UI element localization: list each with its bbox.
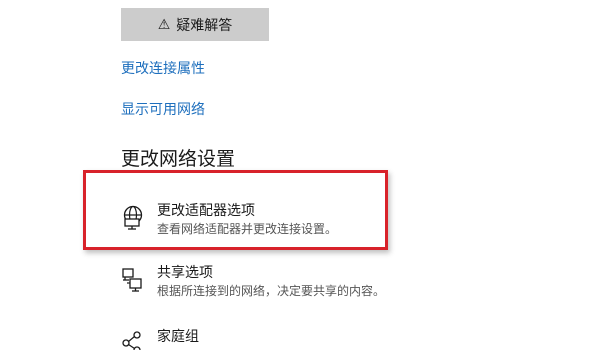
homegroup-item[interactable]: 家庭组 [121, 328, 199, 350]
option-description: 根据所连接到的网络，决定要共享的内容。 [157, 284, 386, 298]
section-title: 更改网络设置 [121, 148, 236, 170]
network-status-page: ⚠ 疑难解答 更改连接属性 显示可用网络 更改网络设置 更改适配器选项 查看网络… [0, 0, 600, 350]
troubleshoot-label: 疑难解答 [176, 17, 233, 34]
option-title: 共享选项 [157, 265, 213, 281]
troubleshoot-button[interactable]: ⚠ 疑难解答 [121, 8, 269, 41]
show-available-networks-link[interactable]: 显示可用网络 [121, 99, 205, 119]
option-title: 家庭组 [157, 329, 199, 345]
change-connection-properties-link[interactable]: 更改连接属性 [121, 58, 205, 78]
sharing-options-item[interactable]: 共享选项 根据所连接到的网络，决定要共享的内容。 [121, 264, 385, 300]
sharing-icon [121, 266, 147, 294]
homegroup-icon [121, 330, 147, 350]
warning-icon: ⚠ [157, 16, 171, 33]
highlight-box [83, 170, 388, 250]
